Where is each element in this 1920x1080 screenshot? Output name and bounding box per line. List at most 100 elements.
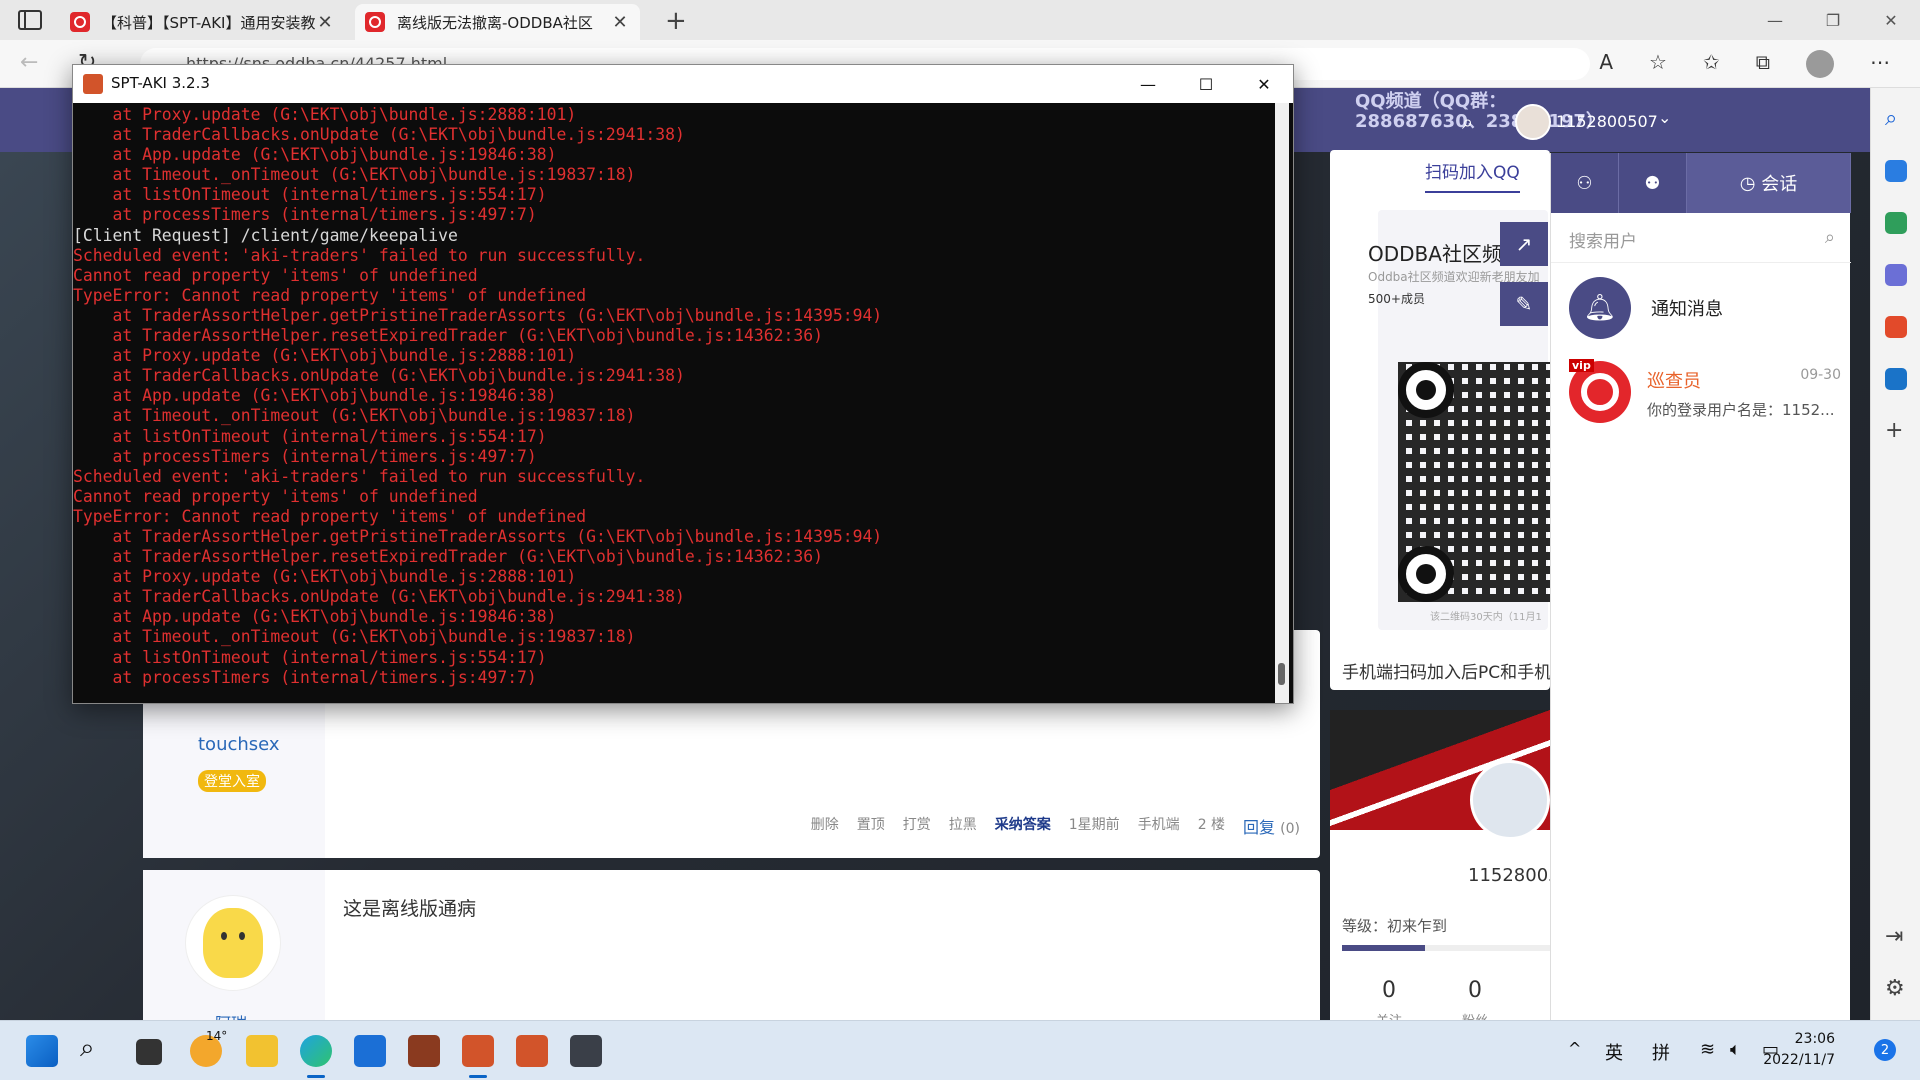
brush-icon[interactable]: ✎ (1500, 282, 1548, 326)
more-icon[interactable]: ⋯ (1870, 50, 1890, 78)
add-icon[interactable]: + (1885, 418, 1903, 443)
minimize-icon[interactable]: — (1746, 0, 1804, 40)
console-window[interactable]: SPT-AKI 3.2.3 — ☐ ✕ at Proxy.update (G:\… (72, 64, 1294, 704)
ime-language[interactable]: 英 (1605, 1039, 1623, 1065)
close-icon[interactable]: ✕ (610, 12, 630, 33)
ime-mode[interactable]: 拼 (1652, 1039, 1670, 1065)
restore-icon[interactable]: ❐ (1804, 0, 1862, 40)
chevron-down-icon[interactable]: ⌄ (1658, 108, 1671, 127)
game-launcher-icon[interactable] (408, 1035, 440, 1067)
chevron-up-icon[interactable]: ^ (1568, 1039, 1581, 1058)
message-item[interactable]: vip 巡查员 09-30 你的登录用户名是：1152... (1551, 353, 1851, 433)
clock-date: 2022/11/7 (1763, 1052, 1835, 1068)
author-name[interactable]: touchsex (198, 734, 280, 755)
weather-temp: 14° (206, 1029, 228, 1043)
delete-link[interactable]: 删除 (811, 814, 839, 838)
gear-icon[interactable]: ⚙ (1885, 976, 1905, 1001)
header-username[interactable]: 1152800507 (1556, 112, 1658, 131)
back-icon[interactable]: ← (20, 50, 38, 75)
spt-aki-launcher-icon[interactable] (516, 1035, 548, 1067)
console-line: at processTimers (internal/timers.js:497… (73, 667, 537, 687)
scrollbar-thumb[interactable] (1278, 663, 1285, 685)
profile-avatar[interactable] (1806, 50, 1834, 78)
tools-icon[interactable] (1885, 212, 1907, 234)
tarkov-icon[interactable] (570, 1035, 602, 1067)
task-view-icon[interactable] (136, 1039, 162, 1065)
tab-session-label: 会话 (1761, 174, 1798, 195)
search-icon[interactable]: ⌕ (1462, 110, 1473, 134)
console-line: TypeError: Cannot read property 'items' … (73, 506, 587, 526)
app-icon (83, 74, 103, 94)
tab-title: 离线版无法撤离-ODDBA社区 (397, 13, 593, 32)
edge-icon[interactable] (300, 1035, 332, 1067)
console-line: at TraderCallbacks.onUpdate (G:\EKT\obj\… (73, 587, 685, 607)
browser-tab-bar: 【科普】【SPT-AKI】通用安装教 ✕ 离线版无法撤离-ODDBA社区 ✕ +… (0, 0, 1920, 40)
favorite-add-icon[interactable]: ☆ (1649, 50, 1667, 78)
console-scrollbar[interactable] (1275, 103, 1289, 703)
read-aloud-icon[interactable]: A (1599, 50, 1613, 78)
tab-offline-evac[interactable]: 离线版无法撤离-ODDBA社区 ✕ (355, 4, 640, 40)
tab-groups[interactable]: ⚉ (1619, 153, 1687, 213)
console-titlebar[interactable]: SPT-AKI 3.2.3 — ☐ ✕ (73, 65, 1293, 103)
avatar[interactable] (185, 895, 281, 991)
tab-session[interactable]: ◷ 会话 (1687, 153, 1851, 213)
post-device: 手机端 (1137, 817, 1180, 833)
qq-member-count: 500+成员 (1368, 292, 1425, 306)
favorites-icon[interactable]: ✩ (1703, 50, 1720, 78)
active-indicator (469, 1075, 487, 1078)
follow-count[interactable]: 0 (1382, 978, 1396, 1003)
minimize-icon[interactable]: — (1119, 65, 1177, 103)
reply-count: (0) (1280, 821, 1300, 837)
file-explorer-icon[interactable] (246, 1035, 278, 1067)
vip-badge: vip (1569, 359, 1594, 372)
games-icon[interactable] (1885, 264, 1907, 286)
avatar[interactable] (1515, 104, 1551, 140)
share-icon[interactable]: ↗ (1500, 222, 1548, 266)
search-icon[interactable]: ⌕ (80, 1033, 95, 1064)
clock-icon: ◷ (1739, 172, 1756, 194)
user-id: 11528005 (1468, 865, 1560, 886)
avatar[interactable] (1470, 760, 1550, 840)
post-time: 1星期前 (1068, 817, 1120, 833)
window-controls: — ❐ ✕ (1746, 0, 1920, 40)
maximize-icon[interactable]: ☐ (1177, 65, 1235, 103)
sidebar-toggle-icon[interactable]: ⇥ (1885, 924, 1903, 949)
level-progress-bar (1342, 945, 1550, 951)
fans-count[interactable]: 0 (1468, 978, 1482, 1003)
system-clock[interactable]: 23:06 2022/11/7 (1763, 1029, 1835, 1071)
tab-contacts[interactable]: ⚇ (1551, 153, 1619, 213)
volume-icon[interactable]: 🔈︎ (1730, 1039, 1741, 1060)
message-sender: 巡查员 (1647, 371, 1701, 392)
qq-scan-tab[interactable]: 扫码加入QQ (1425, 158, 1520, 193)
store-icon[interactable] (354, 1035, 386, 1067)
qr-finder-icon (1398, 546, 1454, 602)
start-windows-icon[interactable] (26, 1035, 58, 1067)
office-icon[interactable] (1885, 316, 1907, 338)
console-line: [Client Request] /client/game/keepalive (73, 225, 458, 245)
notification-badge[interactable]: 2 (1874, 1039, 1896, 1061)
tab-aki-guide[interactable]: 【科普】【SPT-AKI】通用安装教 ✕ (60, 4, 345, 40)
tip-link[interactable]: 打赏 (903, 814, 931, 838)
new-tab-button[interactable]: + (665, 6, 687, 36)
console-line: at Timeout._onTimeout (G:\EKT\obj\bundle… (73, 627, 636, 647)
close-icon[interactable]: ✕ (315, 12, 335, 33)
message-date: 09-30 (1800, 367, 1841, 383)
block-link[interactable]: 拉黑 (949, 814, 977, 838)
collections-icon[interactable]: ⧉ (1756, 50, 1770, 78)
pin-link[interactable]: 置顶 (857, 814, 885, 838)
user-search-input[interactable]: 搜索用户 ⌕ (1551, 213, 1851, 263)
search-icon[interactable]: ⌕ (1885, 106, 1897, 131)
message-preview: 你的登录用户名是：1152... (1647, 401, 1835, 419)
close-window-icon[interactable]: ✕ (1862, 0, 1920, 40)
adopt-answer-link[interactable]: 采纳答案 (995, 814, 1051, 838)
search-icon[interactable]: ⌕ (1825, 227, 1835, 248)
close-icon[interactable]: ✕ (1235, 65, 1293, 103)
outlook-icon[interactable] (1885, 368, 1907, 390)
notification-item[interactable]: 🔔︎ 通知消息 (1551, 263, 1851, 343)
spt-aki-server-icon[interactable] (462, 1035, 494, 1067)
reply-link[interactable]: 回复 (0) (1243, 814, 1300, 838)
user-icon: ⚇ (1576, 172, 1593, 194)
tab-actions-icon[interactable] (18, 10, 42, 30)
shopping-icon[interactable] (1885, 160, 1907, 182)
wifi-icon[interactable]: ≋ (1700, 1039, 1715, 1060)
